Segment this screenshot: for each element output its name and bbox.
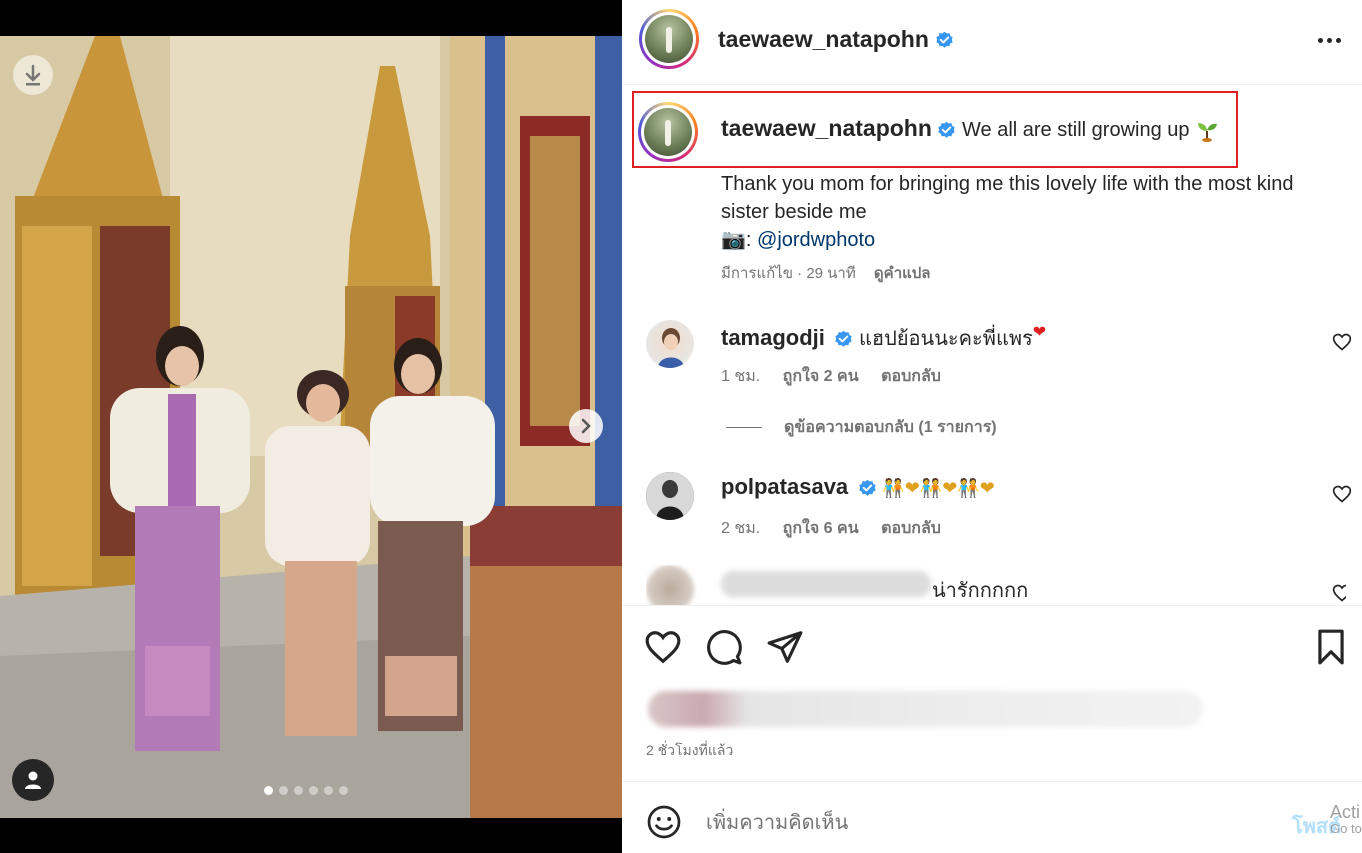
comment-likes[interactable]: ถูกใจ 6 คน [783, 520, 859, 537]
comment-line: polpatasava 🧑‍🤝‍🧑❤🧑‍🤝‍🧑❤🧑‍🤝‍🧑❤ [721, 474, 995, 500]
comment-time: 2 ชม. [721, 520, 761, 537]
post-time-ago: 2 ชั่วโมงที่แล้ว [646, 742, 734, 758]
photo-illustration [0, 36, 622, 818]
comment-text: น่ารักกกกก [932, 580, 1029, 602]
view-replies-label[interactable]: ดูข้อความตอบกลับ (1 รายการ) [784, 415, 997, 440]
edited-timestamp: มีการแก้ไข · 29 นาที [721, 265, 856, 282]
add-comment-bar: โพสต์ Acti Go to [622, 781, 1362, 853]
like-comment-icon[interactable] [1332, 484, 1352, 504]
more-options-button[interactable] [1314, 30, 1344, 50]
watermark-line-2: Go to [1330, 821, 1362, 836]
liked-by-blurred [648, 691, 1203, 727]
comment-time: 1 ชม. [721, 368, 761, 385]
photo-credit-line: 📷: @jordwphoto [721, 226, 1321, 254]
comment-text: แฮปย้อนนะคะพี่แพร [859, 328, 1033, 350]
windows-activation-watermark: Acti Go to [1330, 803, 1362, 837]
camera-icon: 📷 [721, 229, 746, 251]
commenter-avatar-image [658, 328, 684, 368]
verified-badge-icon [936, 32, 953, 49]
comment-input[interactable] [706, 808, 1246, 838]
download-button[interactable] [13, 55, 53, 95]
commenter-avatar[interactable] [646, 472, 694, 520]
author-username-text[interactable]: taewaew_natapohn [718, 26, 929, 52]
comment-item: น่ารักกกกก [646, 565, 1346, 605]
post-photo[interactable] [0, 36, 622, 818]
seedling-icon [1198, 122, 1218, 142]
comment-icon[interactable] [705, 628, 743, 666]
heart-emoji: ❤ [1032, 324, 1047, 341]
tagged-users-button[interactable] [12, 759, 54, 801]
comment-username[interactable]: polpatasava [721, 474, 848, 499]
like-comment-icon[interactable] [1332, 332, 1352, 352]
carousel-indicator [264, 786, 348, 795]
user-tag-icon [25, 771, 41, 789]
comment-username[interactable]: tamagodji [721, 325, 825, 350]
like-comment-icon[interactable] [1332, 583, 1346, 603]
commenter-avatar[interactable] [646, 320, 694, 368]
photo-credit-mention[interactable]: @jordwphoto [757, 229, 875, 251]
carousel-dot [309, 786, 318, 795]
caption-title: We all are still growing up [962, 119, 1190, 141]
see-translation-link[interactable]: ดูคำแปล [874, 265, 931, 282]
carousel-dot [294, 786, 303, 795]
carousel-dot [324, 786, 333, 795]
comment-line: น่ารักกกกก [932, 574, 1028, 605]
caption-meta: มีการแก้ไข · 29 นาที ดูคำแปล [721, 261, 931, 285]
caption-title-line: taewaew_natapohn We all are still growin… [721, 115, 1219, 143]
carousel-dot [339, 786, 348, 795]
commenter-avatar-image [646, 472, 694, 520]
reply-button[interactable]: ตอบกลับ [881, 520, 941, 537]
more-options-icon [1317, 37, 1323, 43]
verified-badge-icon [859, 479, 876, 496]
post-actions: 2 ชั่วโมงที่แล้ว [622, 605, 1362, 780]
bookmark-icon[interactable] [1312, 628, 1350, 666]
caption-body-text: Thank you mom for bringing me this lovel… [721, 173, 1294, 223]
view-replies[interactable]: ดูข้อความตอบกลับ (1 รายการ) [726, 415, 997, 440]
post-header: taewaew_natapohn [622, 0, 1362, 85]
comment-meta: 1 ชม. ถูกใจ 2 คน ตอบกลับ [721, 364, 959, 389]
comment-line: tamagodji แฮปย้อนนะคะพี่แพร❤ [721, 322, 1046, 354]
download-icon [25, 64, 41, 86]
next-photo-button[interactable] [569, 409, 603, 443]
watermark-line-1: Acti [1330, 802, 1361, 822]
couple-emoji: 🧑‍🤝‍🧑❤🧑‍🤝‍🧑❤🧑‍🤝‍🧑❤ [882, 478, 995, 498]
post-details-panel: taewaew_natapohn taewaew_natapohn We all… [622, 0, 1362, 853]
heart-icon[interactable] [644, 628, 682, 666]
caption-username[interactable]: taewaew_natapohn [721, 115, 932, 141]
emoji-icon[interactable] [646, 804, 682, 840]
comment-meta: 2 ชม. ถูกใจ 6 คน ตอบกลับ [721, 516, 959, 541]
caption-body: Thank you mom for bringing me this lovel… [721, 170, 1321, 254]
carousel-dot [264, 786, 273, 795]
caption-author-avatar[interactable] [638, 102, 698, 162]
chevron-right-icon [581, 418, 591, 434]
carousel-dot [279, 786, 288, 795]
reply-button[interactable]: ตอบกลับ [881, 368, 941, 385]
photo-credit-separator: : [745, 229, 758, 251]
author-username[interactable]: taewaew_natapohn [718, 26, 954, 53]
comment-likes[interactable]: ถูกใจ 2 คน [783, 368, 859, 385]
verified-badge-icon [835, 330, 853, 347]
blurred-username [721, 571, 931, 597]
share-icon[interactable] [766, 628, 804, 666]
post-media-panel [0, 0, 622, 853]
author-avatar[interactable] [639, 9, 699, 69]
verified-badge-icon [938, 121, 956, 138]
commenter-avatar[interactable] [646, 565, 694, 605]
